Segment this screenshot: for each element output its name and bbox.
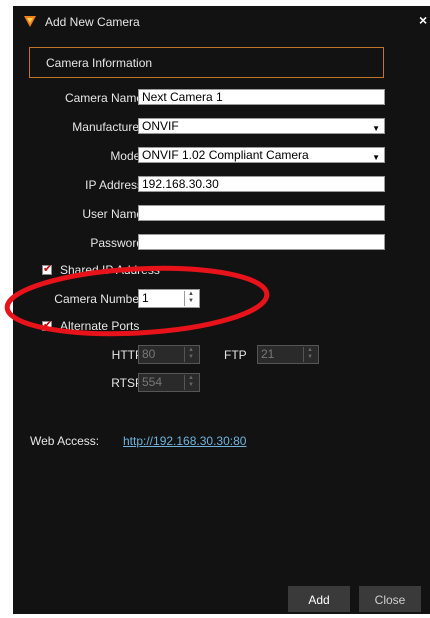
user-name-label: User Name	[82, 207, 143, 221]
ftp-label: FTP	[224, 348, 247, 362]
section-title: Camera Information	[46, 56, 153, 70]
user-name-input[interactable]	[138, 205, 385, 221]
http-port-value: 80	[142, 347, 156, 361]
spinner-arrows-icon[interactable]: ▲ ▼	[184, 291, 197, 306]
alternate-ports-checkbox[interactable]: ✔	[42, 319, 53, 331]
model-select[interactable]: ONVIF 1.02 Compliant Camera ▼	[138, 147, 385, 163]
camera-number-value: 1	[142, 291, 149, 305]
checkmark-icon: ✔	[43, 319, 53, 331]
ftp-port-stepper[interactable]: 21 ▲ ▼	[257, 345, 319, 364]
window-title: Add New Camera	[45, 15, 140, 29]
spinner-arrows-icon[interactable]: ▲ ▼	[184, 375, 197, 390]
http-port-stepper[interactable]: 80 ▲ ▼	[138, 345, 200, 364]
camera-name-label: Camera Name	[64, 91, 143, 105]
ftp-port-value: 21	[261, 347, 275, 361]
rtsp-port-value: 554	[142, 375, 163, 389]
model-value: ONVIF 1.02 Compliant Camera	[142, 148, 309, 162]
camera-number-stepper[interactable]: 1 ▲ ▼	[138, 289, 200, 308]
ip-address-input[interactable]: 192.168.30.30	[138, 176, 385, 192]
title-bar: Add New Camera ×	[13, 6, 430, 36]
password-input[interactable]	[138, 234, 385, 250]
close-icon[interactable]: ×	[419, 12, 427, 28]
dropdown-arrow-icon: ▼	[372, 124, 380, 133]
manufacturer-value: ONVIF	[142, 119, 179, 133]
dropdown-arrow-icon: ▼	[372, 153, 380, 162]
manufacturer-label: Manufacturer	[72, 120, 143, 134]
spinner-arrows-icon[interactable]: ▲ ▼	[184, 347, 197, 362]
camera-information-header: Camera Information	[29, 47, 384, 78]
alternate-ports-label: Alternate Ports	[60, 319, 140, 333]
web-access-label: Web Access:	[30, 434, 100, 448]
shared-ip-label: Shared IP Address	[60, 263, 160, 277]
close-button[interactable]: Close	[359, 586, 421, 612]
camera-name-input[interactable]: Next Camera 1	[138, 89, 385, 105]
manufacturer-select[interactable]: ONVIF ▼	[138, 118, 385, 134]
password-label: Password	[90, 236, 143, 250]
web-access-link[interactable]: http://192.168.30.30:80	[123, 434, 246, 448]
add-camera-dialog: Add New Camera × Camera Information Came…	[13, 6, 430, 614]
app-logo-icon	[24, 16, 36, 27]
add-button[interactable]: Add	[288, 586, 350, 612]
ip-address-label: IP Address	[85, 178, 143, 192]
spinner-arrows-icon[interactable]: ▲ ▼	[303, 347, 316, 362]
camera-number-label: Camera Number	[54, 292, 143, 306]
rtsp-port-stepper[interactable]: 554 ▲ ▼	[138, 373, 200, 392]
checkmark-icon: ✔	[43, 263, 53, 275]
shared-ip-checkbox[interactable]: ✔	[42, 263, 53, 275]
